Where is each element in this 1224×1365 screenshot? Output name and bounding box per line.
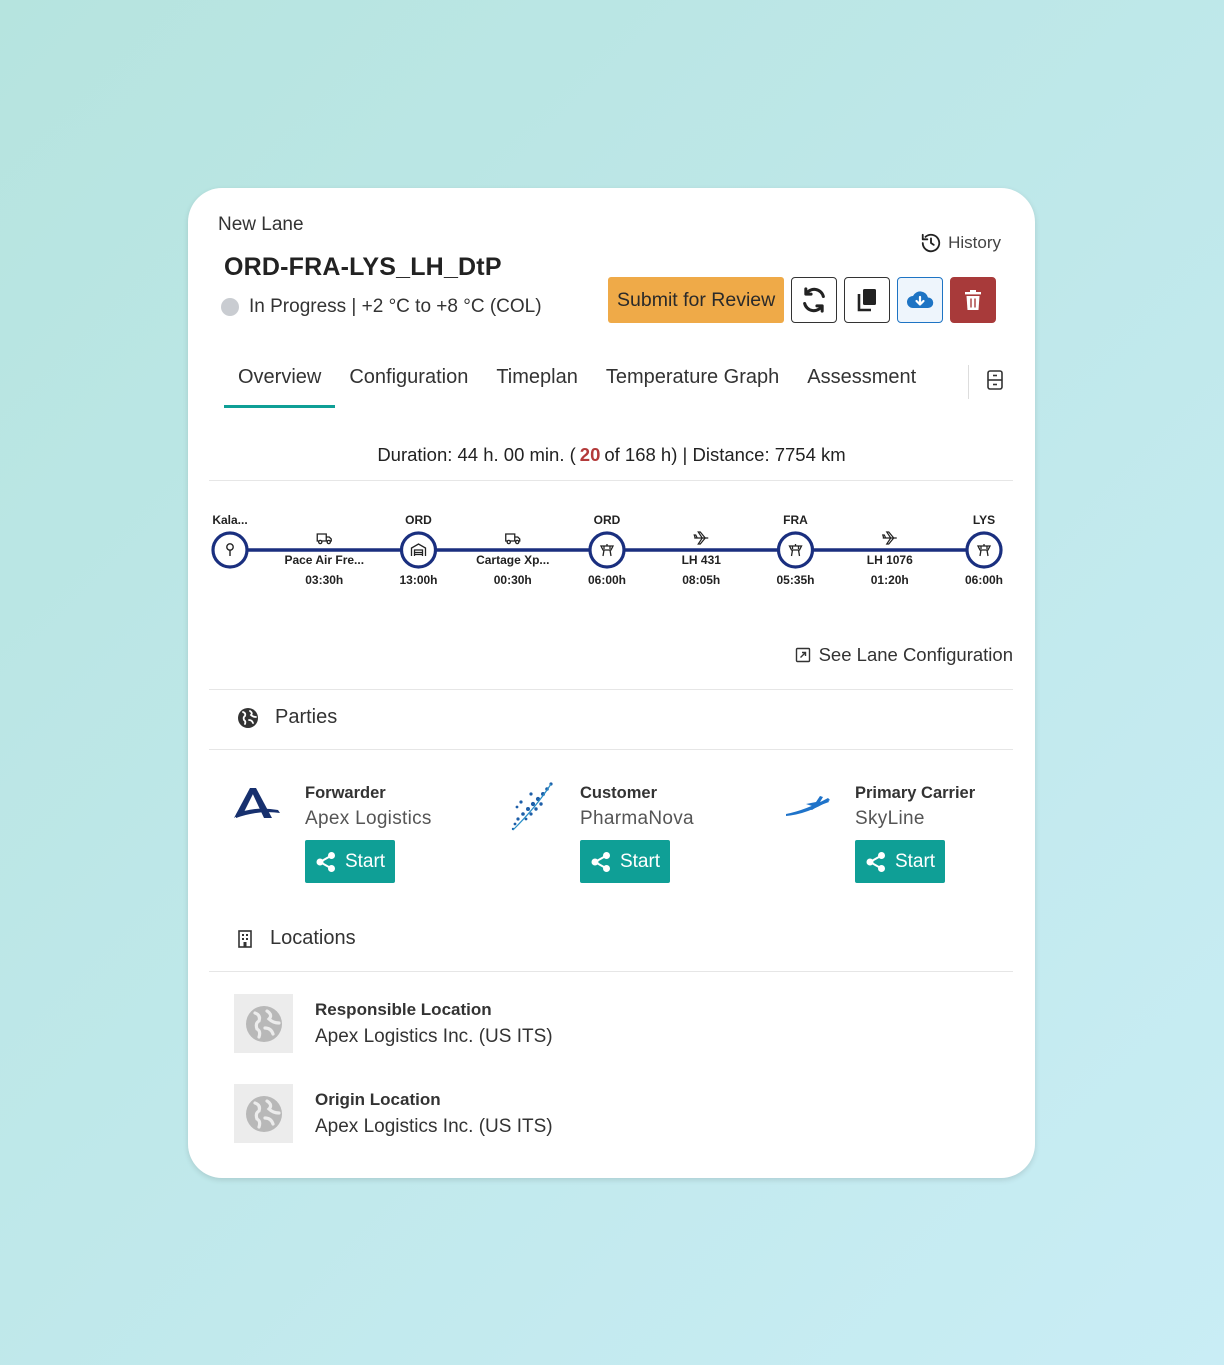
location-value: Apex Logistics Inc. (US ITS) — [315, 1026, 553, 1047]
divider — [209, 971, 1013, 972]
stop-code: ORD — [594, 513, 621, 527]
divider — [209, 480, 1013, 481]
tab-temperature-graph[interactable]: Temperature Graph — [592, 356, 793, 408]
leg-label: LH 1076 — [867, 553, 913, 567]
truck-icon — [316, 533, 332, 545]
start-label: Start — [894, 850, 936, 872]
stop-code: FRA — [783, 513, 808, 527]
party-name: Apex Logistics — [305, 808, 432, 829]
refresh-button[interactable] — [791, 277, 838, 323]
see-lane-configuration-link[interactable]: See Lane Configuration — [795, 644, 1013, 666]
refresh-icon — [803, 287, 826, 313]
leg-time: 03:30h — [305, 573, 343, 587]
parties-section-title: Parties — [237, 706, 337, 729]
stop-time: 05:35h — [776, 573, 814, 587]
party-role: Customer — [580, 784, 658, 802]
leg-time: 00:30h — [494, 573, 532, 587]
stop-code: LYS — [973, 513, 995, 527]
divider — [209, 749, 1013, 750]
share-icon — [591, 851, 610, 872]
leg-label: Pace Air Fre... — [284, 553, 364, 567]
tab-overview[interactable]: Overview — [224, 356, 336, 408]
plane-icon — [693, 531, 709, 545]
start-primary-carrier-button[interactable]: Start — [855, 840, 945, 883]
tab-assessment[interactable]: Assessment — [793, 356, 930, 408]
tab-configuration[interactable]: Configuration — [335, 356, 482, 408]
duration-highlight: 20 — [579, 444, 601, 465]
stop-code: Kala... — [212, 513, 247, 527]
duration-summary: Duration: 44 h. 00 min. (20 of 168 h) | D… — [188, 444, 1035, 466]
status-row: In Progress | +2 °C to +8 °C (COL) — [221, 296, 542, 318]
truck-icon — [505, 533, 521, 545]
leg-time: 08:05h — [682, 573, 720, 587]
history-icon — [921, 233, 941, 253]
submit-for-review-button[interactable]: Submit for Review — [608, 277, 785, 323]
globe-placeholder-icon — [245, 1005, 282, 1042]
start-customer-button[interactable]: Start — [580, 840, 670, 883]
duration-prefix: Duration: 44 h. 00 min. ( — [377, 444, 576, 465]
pharmanova-logo — [511, 782, 553, 831]
copy-button[interactable] — [844, 277, 891, 323]
locations-section-title: Locations — [236, 927, 356, 950]
parties-title: Parties — [275, 706, 338, 728]
globe-placeholder-icon — [245, 1095, 282, 1132]
history-link[interactable]: History — [920, 232, 1001, 254]
location-title: Responsible Location — [315, 1000, 492, 1019]
archive-icon — [987, 370, 1003, 390]
trash-icon — [965, 290, 982, 310]
share-icon — [316, 851, 335, 872]
stop-time: 13:00h — [399, 573, 437, 587]
apex-logistics-logo — [234, 788, 280, 818]
party-customer: Customer PharmaNova Start — [507, 778, 767, 888]
leg-time: 01:20h — [871, 573, 909, 587]
start-forwarder-button[interactable]: Start — [305, 840, 395, 883]
plane-icon — [881, 531, 897, 545]
party-forwarder: Forwarder Apex Logistics Start — [232, 778, 492, 888]
location-value: Apex Logistics Inc. (US ITS) — [315, 1116, 553, 1137]
tab-timeplan[interactable]: Timeplan — [482, 356, 592, 408]
copy-icon — [857, 289, 877, 312]
globe-icon — [238, 707, 258, 728]
share-icon — [866, 851, 885, 872]
duration-suffix: of 168 h) | Distance: 7754 km — [604, 444, 846, 465]
toolbar: Submit for Review — [608, 277, 997, 323]
history-label: History — [948, 233, 1001, 252]
responsible-location: Responsible Location Apex Logistics Inc.… — [234, 994, 934, 1054]
party-role: Forwarder — [305, 784, 386, 802]
party-name: SkyLine — [855, 808, 925, 829]
party-primary-carrier: Primary Carrier SkyLine Start — [782, 778, 1042, 888]
building-icon — [238, 929, 252, 948]
origin-location: Origin Location Apex Logistics Inc. (US … — [234, 1084, 934, 1144]
location-thumbnail — [234, 1084, 293, 1143]
lane-card: New Lane ORD-FRA-LYS_LH_DtP In Progress … — [188, 188, 1035, 1178]
more-tabs-button[interactable] — [985, 369, 1005, 396]
start-label: Start — [619, 850, 661, 872]
cloud-download-icon — [907, 291, 934, 308]
lane-timeline: Kala... ORD 13:00h ORD 06:00h FRA 05:35h LYS 06:… — [211, 513, 1003, 587]
leg-label: Cartage Xp... — [476, 553, 549, 567]
breadcrumb: New Lane — [218, 214, 304, 235]
status-dot-icon — [221, 298, 239, 316]
locations-title: Locations — [270, 927, 356, 949]
stop-time: 06:00h — [965, 573, 1003, 587]
leg-label: LH 431 — [682, 553, 722, 567]
tab-bar: Overview Configuration Timeplan Temperat… — [224, 356, 930, 408]
stop-time: 06:00h — [588, 573, 626, 587]
delete-button[interactable] — [950, 277, 997, 323]
tab-divider — [968, 365, 969, 399]
skyline-logo — [786, 796, 830, 816]
stop-code: ORD — [405, 513, 432, 527]
see-config-label: See Lane Configuration — [818, 644, 1013, 665]
location-thumbnail — [234, 994, 293, 1053]
status-text: In Progress | +2 °C to +8 °C (COL) — [249, 296, 542, 317]
divider — [209, 689, 1013, 690]
external-link-icon — [795, 647, 810, 663]
page-title: ORD-FRA-LYS_LH_DtP — [224, 253, 502, 281]
location-title: Origin Location — [315, 1090, 441, 1109]
start-label: Start — [344, 850, 386, 872]
party-name: PharmaNova — [580, 808, 694, 829]
download-button[interactable] — [897, 277, 944, 323]
party-role: Primary Carrier — [855, 784, 976, 802]
